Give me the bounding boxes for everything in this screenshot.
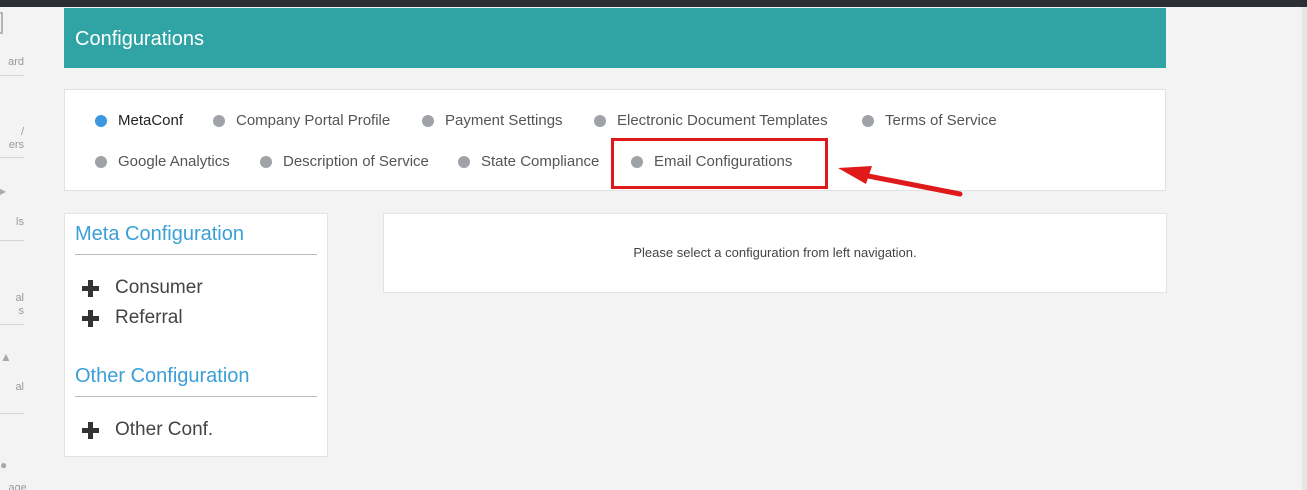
page-header: Configurations: [64, 8, 1166, 68]
radio-dot-icon: [95, 114, 107, 127]
nav-item-other-conf[interactable]: Other Conf.: [82, 419, 213, 441]
radio-dot-icon: [95, 155, 107, 168]
heading-divider: [75, 396, 317, 397]
tab-terms-of-service[interactable]: Terms of Service: [862, 112, 997, 129]
sidebar-item-label[interactable]: ard: [8, 57, 24, 68]
top-bar: [0, 0, 1307, 7]
sidebar-item-label[interactable]: agent: [8, 483, 26, 490]
radio-dot-icon: [594, 114, 606, 127]
sidebar-item-label[interactable]: al: [15, 293, 24, 304]
tab-label: State Compliance: [481, 153, 600, 170]
tab-label: Google Analytics: [118, 153, 230, 170]
plus-icon: [82, 279, 99, 297]
left-navigation: Meta Configuration Consumer Referral Oth…: [64, 213, 328, 457]
nav-item-consumer[interactable]: Consumer: [82, 277, 203, 299]
page-title: Configurations: [75, 28, 204, 50]
plus-icon: [82, 309, 99, 327]
sidebar-divider: [0, 413, 24, 414]
tab-metaconf[interactable]: MetaConf: [95, 112, 183, 129]
radio-dot-icon: [862, 114, 874, 127]
meta-configuration-heading: Meta Configuration: [75, 223, 244, 245]
sidebar-item-label[interactable]: ers: [9, 140, 24, 151]
nav-item-label: Referral: [115, 307, 183, 328]
nav-item-label: Consumer: [115, 277, 203, 298]
nav-item-label: Other Conf.: [115, 419, 214, 440]
tab-label: Payment Settings: [445, 112, 563, 129]
radio-dot-icon: [458, 155, 470, 168]
plus-icon: [82, 421, 99, 439]
tab-description-of-service[interactable]: Description of Service: [260, 153, 429, 170]
sidebar-divider: [0, 157, 24, 158]
sidebar: ard / ers ▸ ls al s ▲ al ● agent: [0, 7, 26, 490]
content-panel: Please select a configuration from left …: [383, 213, 1167, 293]
scroll-gutter: [1302, 7, 1307, 490]
annotation-arrow-icon: [838, 166, 963, 197]
sidebar-divider: [0, 240, 24, 241]
nav-item-referral[interactable]: Referral: [82, 307, 183, 329]
dashboard-icon[interactable]: [0, 12, 3, 34]
triangle-icon[interactable]: ▲: [0, 351, 12, 363]
tab-payment-settings[interactable]: Payment Settings: [422, 112, 563, 129]
other-configuration-heading: Other Configuration: [75, 365, 250, 387]
sidebar-item-label[interactable]: ls: [16, 217, 24, 228]
person-icon[interactable]: ●: [0, 459, 7, 471]
radio-dot-icon: [422, 114, 434, 127]
tab-electronic-document-templates[interactable]: Electronic Document Templates: [594, 112, 828, 129]
tab-label: MetaConf: [118, 112, 184, 129]
tab-company-portal-profile[interactable]: Company Portal Profile: [213, 112, 390, 129]
sidebar-divider: [0, 75, 24, 76]
sidebar-item-label[interactable]: s: [19, 306, 25, 317]
empty-state-message: Please select a configuration from left …: [633, 245, 917, 260]
sidebar-item-label[interactable]: /: [21, 127, 24, 138]
tab-state-compliance[interactable]: State Compliance: [458, 153, 599, 170]
heading-divider: [75, 254, 317, 255]
annotation-highlight-box: [611, 138, 828, 189]
radio-dot-icon: [260, 155, 272, 168]
tab-label: Terms of Service: [885, 112, 997, 129]
sidebar-item-label[interactable]: al: [15, 382, 24, 393]
arrow-icon[interactable]: ▸: [0, 185, 6, 197]
tab-label: Electronic Document Templates: [617, 112, 828, 129]
tab-google-analytics[interactable]: Google Analytics: [95, 153, 230, 170]
radio-dot-icon: [213, 114, 225, 127]
sidebar-divider: [0, 324, 24, 325]
tab-label: Description of Service: [283, 153, 429, 170]
tab-label: Company Portal Profile: [236, 112, 391, 129]
